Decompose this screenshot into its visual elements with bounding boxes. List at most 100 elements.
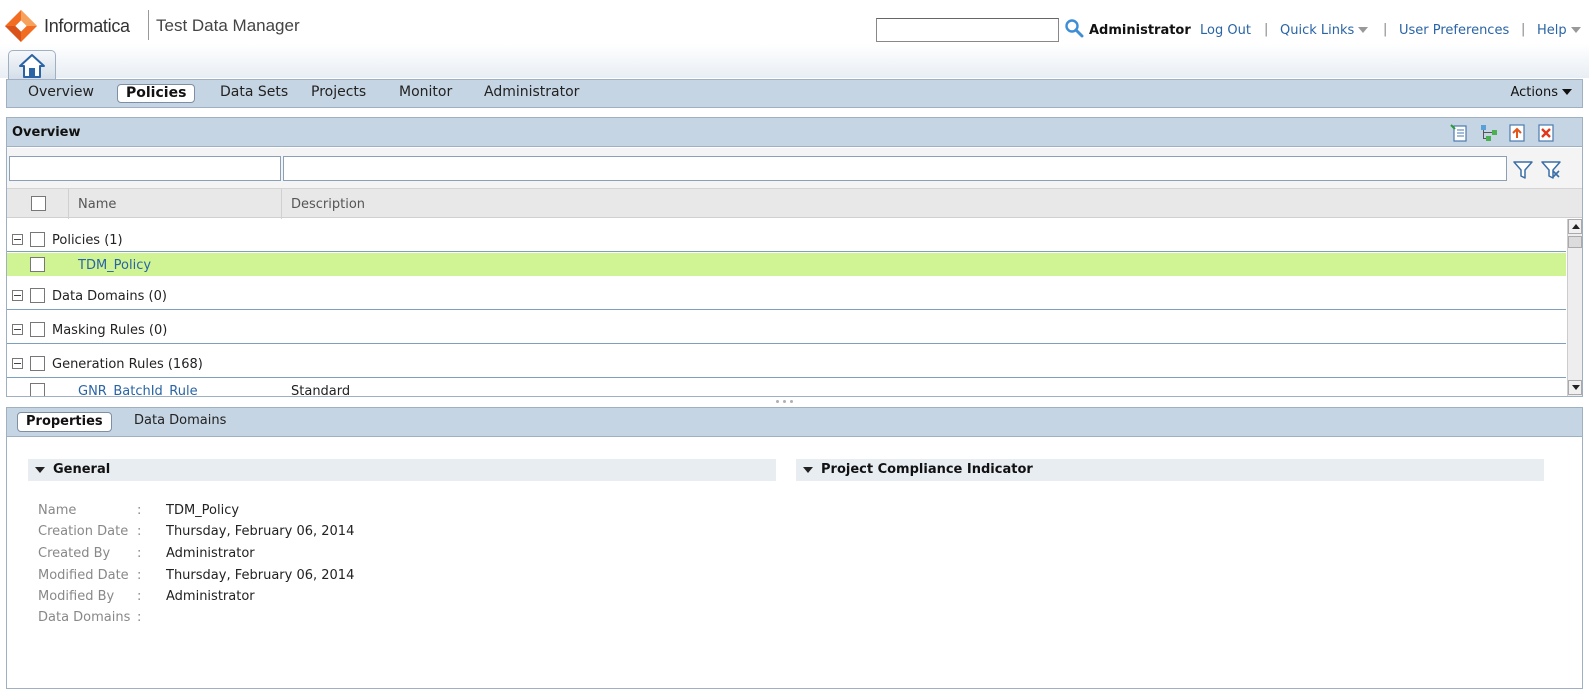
overview-panel-header: Overview	[7, 118, 1582, 147]
name-filter-input[interactable]	[9, 156, 281, 181]
prop-label-modified-date: Modified Date	[38, 568, 129, 583]
clear-filter-icon[interactable]	[1540, 159, 1562, 181]
vertical-scrollbar[interactable]	[1567, 219, 1582, 396]
group-row-generation-rules: Generation Rules (168)	[7, 345, 1566, 378]
actions-menu-button[interactable]: Actions	[1510, 85, 1572, 100]
group-row-data-domains: Data Domains (0)	[7, 276, 1566, 310]
search-input[interactable]	[876, 18, 1059, 42]
group-checkbox[interactable]	[30, 322, 45, 337]
prop-colon: :	[137, 610, 142, 625]
main-nav-bar: Overview Policies Data Sets Projects Mon…	[6, 79, 1583, 108]
actions-label: Actions	[1510, 85, 1559, 100]
table-row[interactable]: GNR_BatchId_Rule Standard	[7, 379, 1566, 396]
collapse-icon[interactable]	[12, 234, 23, 245]
quick-links-label: Quick Links	[1280, 23, 1355, 38]
row-description: Standard	[291, 384, 351, 396]
tab-projects[interactable]: Projects	[303, 84, 374, 103]
grid-body: Policies (1) TDM_Policy Data Domains (0)…	[7, 219, 1566, 396]
row-checkbox[interactable]	[30, 383, 45, 396]
informatica-logo-icon	[5, 10, 37, 42]
prop-colon: :	[137, 524, 142, 539]
header-separator: |	[1264, 22, 1269, 37]
chevron-down-icon	[1570, 26, 1581, 33]
general-section-title: General	[53, 462, 111, 477]
quick-links-menu[interactable]: Quick Links	[1280, 23, 1369, 38]
chevron-down-icon	[1562, 88, 1572, 95]
grip-dot-icon	[776, 400, 779, 403]
filter-row	[7, 148, 1582, 188]
collapse-icon[interactable]	[12, 358, 23, 369]
collapse-icon[interactable]	[12, 290, 23, 301]
description-filter-input[interactable]	[283, 156, 1507, 181]
prop-value-name: TDM_Policy	[166, 503, 240, 518]
nav-background	[0, 44, 1589, 78]
tab-data-sets[interactable]: Data Sets	[212, 84, 296, 103]
export-icon[interactable]	[1507, 123, 1527, 143]
name-column-header[interactable]: Name	[78, 197, 116, 212]
group-row-masking-rules: Masking Rules (0)	[7, 311, 1566, 344]
prop-label-created-by: Created By	[38, 546, 111, 561]
scrollbar-thumb[interactable]	[1568, 236, 1582, 248]
collapse-triangle-icon	[803, 467, 813, 473]
prop-value-creation-date: Thursday, February 06, 2014	[166, 524, 355, 539]
tab-overview[interactable]: Overview	[20, 84, 102, 103]
header-separator: |	[1383, 22, 1388, 37]
grip-dot-icon	[783, 400, 786, 403]
column-divider	[68, 189, 69, 219]
tab-properties[interactable]: Properties	[17, 412, 112, 432]
grip-dot-icon	[790, 400, 793, 403]
group-checkbox[interactable]	[30, 356, 45, 371]
prop-colon: :	[137, 546, 142, 561]
group-label: Policies (1)	[52, 233, 123, 248]
brand-name: Informatica	[44, 16, 130, 36]
tab-monitor[interactable]: Monitor	[391, 84, 460, 103]
collapse-triangle-icon	[35, 467, 45, 473]
prop-label-modified-by: Modified By	[38, 589, 115, 604]
prop-colon: :	[137, 503, 142, 518]
row-name-link[interactable]: GNR_BatchId_Rule	[78, 384, 198, 396]
general-section-header[interactable]: General	[28, 459, 776, 481]
import-icon[interactable]	[1450, 123, 1470, 143]
description-column-header[interactable]: Description	[291, 197, 365, 212]
select-all-checkbox[interactable]	[31, 196, 46, 211]
table-row[interactable]: TDM_Policy	[7, 253, 1566, 276]
tab-administrator[interactable]: Administrator	[476, 84, 587, 103]
details-tab-bar: Properties Data Domains	[7, 408, 1582, 437]
row-name-link[interactable]: TDM_Policy	[78, 258, 151, 273]
user-preferences-link[interactable]: User Preferences	[1399, 23, 1509, 38]
scroll-down-arrow-icon[interactable]	[1568, 380, 1582, 395]
prop-label-creation-date: Creation Date	[38, 524, 129, 539]
collapse-icon[interactable]	[12, 324, 23, 335]
brand-divider	[148, 10, 149, 40]
details-panel: Properties Data Domains General Project …	[6, 407, 1583, 689]
group-label: Data Domains (0)	[52, 289, 167, 304]
scroll-up-arrow-icon[interactable]	[1568, 219, 1582, 234]
hierarchy-icon[interactable]	[1479, 123, 1499, 143]
help-menu[interactable]: Help	[1537, 23, 1581, 38]
tab-data-domains[interactable]: Data Domains	[126, 412, 234, 432]
home-tab[interactable]	[8, 50, 56, 80]
app-title: Test Data Manager	[156, 16, 300, 35]
prop-colon: :	[137, 568, 142, 583]
chevron-down-icon	[1358, 26, 1369, 33]
tab-policies[interactable]: Policies	[117, 84, 196, 103]
overview-title: Overview	[12, 125, 81, 140]
delete-icon[interactable]	[1536, 123, 1556, 143]
group-checkbox[interactable]	[30, 288, 45, 303]
help-label: Help	[1537, 23, 1567, 38]
group-row-policies: Policies (1)	[7, 219, 1566, 252]
row-checkbox[interactable]	[30, 257, 45, 272]
compliance-section-header[interactable]: Project Compliance Indicator	[796, 459, 1544, 481]
grid-header: Name Description	[7, 188, 1582, 219]
panel-splitter[interactable]	[0, 397, 1589, 406]
search-icon[interactable]	[1064, 18, 1084, 38]
column-divider	[281, 189, 282, 219]
group-label: Generation Rules (168)	[52, 357, 203, 372]
group-checkbox[interactable]	[30, 232, 45, 247]
user-name: Administrator	[1089, 23, 1191, 38]
log-out-link[interactable]: Log Out	[1200, 23, 1251, 38]
header-separator: |	[1521, 22, 1526, 37]
prop-label-data-domains: Data Domains	[38, 610, 131, 625]
prop-label-name: Name	[38, 503, 77, 518]
filter-icon[interactable]	[1512, 159, 1534, 181]
